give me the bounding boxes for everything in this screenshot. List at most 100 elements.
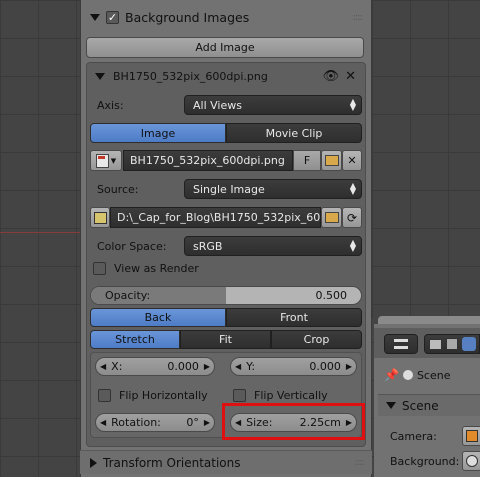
background-images-header[interactable]: ✓ Background Images :::: [86,0,368,34]
increment-arrow-icon[interactable]: ▶ [346,362,352,371]
file-package-icon [93,211,107,224]
background-selector[interactable] [462,451,480,471]
dropdown-arrows-icon: ▲ ▼ [349,97,356,112]
color-space-value: sRGB [193,239,223,253]
eye-icon[interactable]: 👁 [323,69,340,84]
dropdown-arrows-icon: ▲ ▼ [349,238,356,253]
view-as-render-toggle[interactable]: View as Render [93,260,253,276]
render-icon[interactable] [429,338,442,350]
back-button[interactable]: Back [90,308,226,327]
expand-triangle-icon[interactable] [95,72,105,80]
pin-icon[interactable]: 📌 [384,368,399,382]
flip-vertically-toggle[interactable]: Flip Vertically [233,387,358,403]
editor-splitter[interactable] [378,316,480,324]
chevron-down-icon: ▼ [110,156,117,165]
decrement-arrow-icon[interactable]: ◀ [100,418,106,427]
scene-section-header[interactable]: Scene [378,394,480,416]
crop-button[interactable]: Crop [271,330,362,349]
add-image-label: Add Image [195,41,255,54]
decrement-arrow-icon[interactable]: ◀ [235,362,241,371]
view-as-render-checkbox[interactable] [93,261,106,275]
open-image-button[interactable] [321,150,342,171]
scene-section-title: Scene [402,398,439,413]
scene-breadcrumb: 📌 Scene [384,366,480,384]
fake-user-button[interactable]: F [293,150,321,171]
stretch-button[interactable]: Stretch [90,330,180,349]
increment-arrow-icon[interactable]: ▶ [204,362,210,371]
flip-horizontally-toggle[interactable]: Flip Horizontally [98,387,223,403]
rotation-value: 0° [186,416,199,429]
unlink-image-button[interactable]: ✕ [342,150,362,171]
transform-orientations-header[interactable]: Transform Orientations :::: [80,450,372,474]
opacity-value: 0.500 [315,289,348,302]
filepath-value: D:\_Cap_for_Blog\BH1750_532pix_600... [117,211,320,224]
scene-breadcrumb-label: Scene [416,368,451,382]
drag-handle-icon[interactable]: :::: [355,457,366,468]
source-dropdown[interactable]: Single Image ▲ ▼ [184,179,362,199]
panel-title: Background Images [125,9,250,25]
back-label: Back [144,311,172,324]
browse-file-button[interactable] [321,207,342,228]
tab-image-label: Image [140,126,176,140]
rotation-field[interactable]: ◀ Rotation: 0° ▶ [95,413,215,432]
crop-label: Crop [303,333,330,346]
tab-movie-clip-label: Movie Clip [265,126,323,140]
drag-handle-icon[interactable]: :::: [353,12,364,23]
x-offset-field[interactable]: ◀ X: 0.000 ▶ [95,357,215,376]
flip-vertically-checkbox[interactable] [233,388,246,402]
context-tabs [424,334,480,354]
folder-icon [324,155,339,166]
y-label: Y: [246,360,256,373]
image-entry-filename: BH1750_532pix_600dpi.png [113,69,268,83]
right-gap [372,0,480,318]
camera-selector[interactable] [462,426,480,446]
x-value: 0.000 [167,360,199,373]
camera-object-icon [466,430,478,442]
y-offset-field[interactable]: ◀ Y: 0.000 ▶ [230,357,357,376]
camera-label: Camera: [390,430,437,443]
increment-arrow-icon[interactable]: ▶ [204,418,210,427]
tab-movie-clip[interactable]: Movie Clip [226,123,362,143]
close-icon[interactable]: ✕ [345,69,356,84]
y-value: 0.000 [309,360,341,373]
size-highlight-annotation [222,403,365,440]
image-browse-button[interactable]: ▼ [90,150,122,171]
source-type-tabs: Image Movie Clip [90,123,362,143]
color-space-label: Color Space: [97,240,167,253]
color-space-dropdown[interactable]: sRGB ▲ ▼ [184,236,362,256]
background-images-checkbox[interactable]: ✓ [106,10,119,24]
opacity-slider[interactable]: Opacity: 0.500 [90,286,362,305]
transform-orientations-title: Transform Orientations [103,455,241,470]
tab-image[interactable]: Image [90,123,226,143]
decrement-arrow-icon[interactable]: ◀ [100,362,106,371]
filepath-field[interactable]: D:\_Cap_for_Blog\BH1750_532pix_600... [110,207,321,228]
scene-tab-icon[interactable] [462,337,476,351]
source-label: Source: [97,183,139,196]
opacity-label: Opacity: [105,289,151,302]
flip-horizontally-label: Flip Horizontally [119,388,208,402]
axis-label: Axis: [97,99,124,112]
properties-editor-icon [394,339,408,349]
image-entry-header[interactable]: BH1750_532pix_600dpi.png 👁 ✕ [90,66,362,86]
image-name-field[interactable]: BH1750_532pix_600dpi.png [123,150,293,171]
collapsed-triangle-icon[interactable] [90,457,97,468]
source-value: Single Image [193,182,265,196]
flip-horizontally-checkbox[interactable] [98,388,111,402]
add-image-button[interactable]: Add Image [86,37,364,58]
fit-button[interactable]: Fit [180,330,271,349]
view-as-render-label: View as Render [114,261,199,275]
collapse-triangle-icon[interactable] [90,13,100,21]
depth-tabs: Back Front [90,308,362,327]
dropdown-arrows-icon: ▲ ▼ [349,181,356,196]
image-file-icon-button[interactable] [90,207,110,228]
reload-button[interactable]: ⟳ [342,207,362,228]
axis-dropdown[interactable]: All Views ▲ ▼ [184,95,362,115]
render-layers-icon[interactable] [446,338,458,350]
front-button[interactable]: Front [226,308,362,327]
x-label: X: [111,360,123,373]
scene-collapse-icon[interactable] [386,402,396,409]
axis-value: All Views [193,98,242,112]
unlink-x-icon: ✕ [347,154,357,167]
flip-vertically-label: Flip Vertically [254,388,328,402]
editor-type-button[interactable] [384,334,418,354]
